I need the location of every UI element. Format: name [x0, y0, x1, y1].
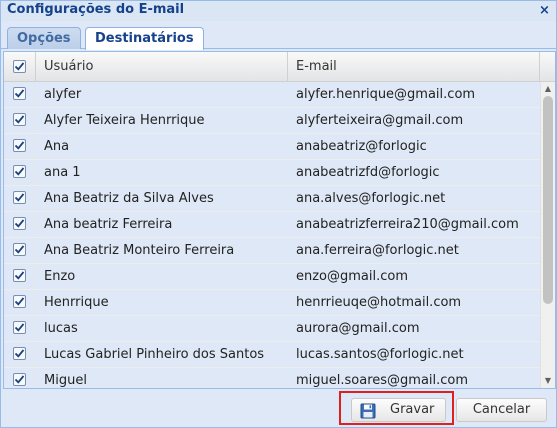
row-checkbox[interactable] [13, 165, 26, 178]
user-cell: Miguel [44, 373, 87, 388]
row-checkbox[interactable] [13, 191, 26, 204]
row-checkbox-cell [4, 342, 36, 367]
checkmark-icon [14, 245, 25, 254]
row-checkbox-cell [4, 290, 36, 315]
row-checkbox-cell [4, 134, 36, 159]
row-checkbox[interactable] [13, 321, 26, 334]
checkmark-icon [14, 297, 25, 306]
dialog-title: Configurações do E-mail [7, 2, 185, 17]
user-cell: Enzo [44, 269, 76, 284]
table-row[interactable]: Lucas Gabriel Pinheiro dos Santos lucas.s… [4, 342, 540, 368]
column-header-user[interactable]: Usuário [36, 52, 288, 81]
row-checkbox-cell [4, 264, 36, 289]
row-checkbox[interactable] [13, 217, 26, 230]
email-cell: enzo@gmail.com [296, 269, 409, 284]
recipients-grid: Usuário E-mail alyfer alyfer.henrique@gma… [3, 51, 556, 389]
email-cell: ana.ferreira@forlogic.net [296, 243, 459, 258]
email-cell: henrrieuqe@hotmail.com [296, 295, 462, 310]
table-row[interactable]: Enzo enzo@gmail.com [4, 264, 540, 290]
row-checkbox-cell [4, 238, 36, 263]
row-checkbox-cell [4, 212, 36, 237]
table-row[interactable]: Ana beatriz Ferreira anabeatrizferreira21… [4, 212, 540, 238]
save-button-label: Gravar [390, 402, 435, 417]
close-icon[interactable]: × [537, 3, 552, 18]
select-all-cell [4, 52, 36, 81]
email-settings-dialog: Configurações do E-mail × Opções Destina… [0, 0, 557, 428]
table-row[interactable]: Ana anabeatriz@forlogic [4, 134, 540, 160]
user-cell: Ana Beatriz Monteiro Ferreira [44, 243, 235, 258]
row-checkbox[interactable] [13, 113, 26, 126]
cancel-button[interactable]: Cancelar [456, 398, 547, 422]
checkmark-icon [14, 349, 25, 358]
table-row[interactable]: alyfer alyfer.henrique@gmail.com [4, 82, 540, 108]
user-cell: Henrrique [44, 295, 109, 310]
row-checkbox[interactable] [13, 295, 26, 308]
grid-header: Usuário E-mail [4, 52, 555, 82]
email-cell: alyfer.henrique@gmail.com [296, 87, 476, 102]
column-header-email[interactable]: E-mail [288, 52, 540, 81]
select-all-checkbox[interactable] [13, 60, 26, 73]
email-cell: anabeatrizferreira210@gmail.com [296, 217, 519, 232]
row-checkbox[interactable] [13, 139, 26, 152]
row-checkbox-cell [4, 316, 36, 341]
email-cell: ana.alves@forlogic.net [296, 191, 446, 206]
tab-opcoes[interactable]: Opções [7, 27, 81, 49]
row-checkbox[interactable] [13, 87, 26, 100]
checkmark-icon [14, 167, 25, 176]
save-button[interactable]: Gravar [351, 398, 446, 422]
user-cell: Ana beatriz Ferreira [44, 217, 173, 232]
user-cell: lucas [44, 321, 78, 336]
email-cell: aurora@gmail.com [296, 321, 420, 336]
table-row[interactable]: Henrrique henrrieuqe@hotmail.com [4, 290, 540, 316]
row-checkbox-cell [4, 186, 36, 211]
scroll-up-icon[interactable]: ▲ [541, 82, 555, 96]
floppy-disk-icon [360, 403, 376, 419]
user-cell: Alyfer Teixeira Henrrique [44, 113, 205, 128]
table-row[interactable]: Miguel miguel.soares@gmail.com [4, 368, 540, 388]
checkmark-icon [14, 219, 25, 228]
checkmark-icon [14, 141, 25, 150]
email-cell: anabeatriz@forlogic [296, 139, 427, 154]
checkmark-icon [14, 323, 25, 332]
email-cell: anabeatrizfd@forlogic [296, 165, 440, 180]
checkmark-icon [14, 115, 25, 124]
checkmark-icon [14, 89, 25, 98]
email-cell: alyferteixeira@gmail.com [296, 113, 464, 128]
row-checkbox-cell [4, 368, 36, 388]
checkmark-icon [14, 271, 25, 280]
table-row[interactable]: Alyfer Teixeira Henrrique alyferteixeira@… [4, 108, 540, 134]
user-cell: Ana Beatriz da Silva Alves [44, 191, 214, 206]
dialog-footer: Gravar Cancelar [1, 389, 556, 427]
user-cell: ana 1 [44, 165, 81, 180]
email-cell: lucas.santos@forlogic.net [296, 347, 464, 362]
vertical-scrollbar[interactable]: ▲ ▼ [540, 82, 555, 388]
checkmark-icon [14, 193, 25, 202]
table-row[interactable]: Ana Beatriz da Silva Alves ana.alves@forl… [4, 186, 540, 212]
title-bar[interactable]: Configurações do E-mail × [1, 1, 556, 21]
user-cell: alyfer [44, 87, 82, 102]
table-row[interactable]: ana 1 anabeatrizfd@forlogic [4, 160, 540, 186]
row-checkbox[interactable] [13, 373, 26, 386]
user-cell: Ana [44, 139, 70, 154]
row-checkbox[interactable] [13, 269, 26, 282]
checkmark-icon [14, 375, 25, 384]
row-checkbox[interactable] [13, 347, 26, 360]
grid-body: alyfer alyfer.henrique@gmail.com Alyfer Te… [4, 82, 540, 388]
row-checkbox-cell [4, 108, 36, 133]
checkmark-icon [14, 62, 25, 71]
tab-destinatarios[interactable]: Destinatários [85, 27, 204, 50]
row-checkbox-cell [4, 82, 36, 107]
table-row[interactable]: lucas aurora@gmail.com [4, 316, 540, 342]
row-checkbox-cell [4, 160, 36, 185]
scroll-down-icon[interactable]: ▼ [541, 374, 555, 388]
user-cell: Lucas Gabriel Pinheiro dos Santos [44, 347, 265, 362]
email-cell: miguel.soares@gmail.com [296, 373, 469, 388]
scrollbar-thumb[interactable] [543, 96, 553, 304]
tab-strip: Opções Destinatários [1, 21, 556, 50]
row-checkbox[interactable] [13, 243, 26, 256]
table-row[interactable]: Ana Beatriz Monteiro Ferreira ana.ferreir… [4, 238, 540, 264]
